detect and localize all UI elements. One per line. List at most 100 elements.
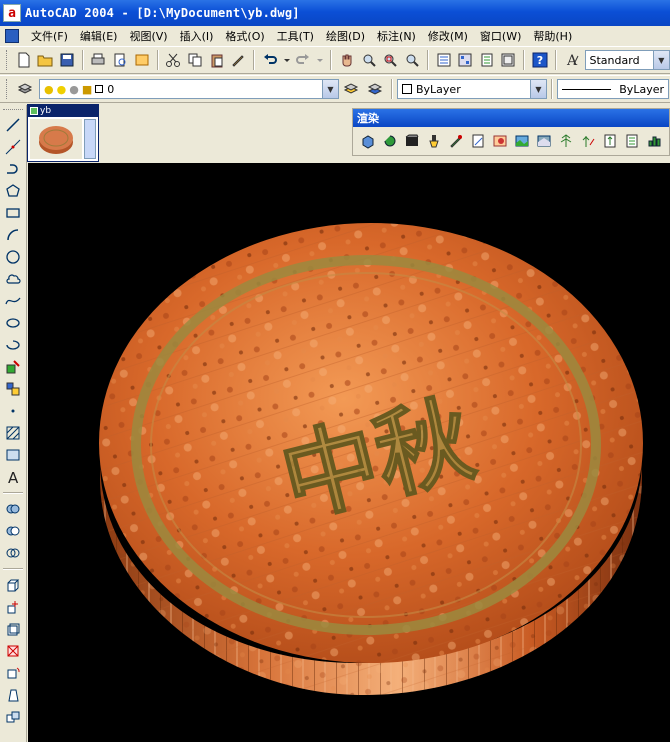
save-icon[interactable] xyxy=(58,50,76,70)
new-icon[interactable] xyxy=(15,50,33,70)
layer-select[interactable]: ● ● ● ■ 0 ▼ xyxy=(39,79,339,99)
scenes-icon[interactable] xyxy=(403,131,421,151)
multiline-text-icon[interactable]: A xyxy=(2,466,24,488)
text-style-select[interactable]: Standard ▼ xyxy=(584,50,670,70)
materials-icon[interactable] xyxy=(447,131,465,151)
dbconnect-icon[interactable] xyxy=(500,50,518,70)
chevron-down-icon[interactable]: ▼ xyxy=(322,80,338,98)
drawing-window-titlebar: yb xyxy=(28,105,98,117)
move-faces-icon[interactable] xyxy=(2,596,24,618)
union-icon[interactable] xyxy=(2,498,24,520)
drawing-viewport[interactable]: 中秋 xyxy=(28,163,670,742)
intersect-icon[interactable] xyxy=(2,542,24,564)
sun-icon[interactable]: ● xyxy=(57,83,67,96)
hatch-icon[interactable] xyxy=(2,422,24,444)
new-landscape-icon[interactable] xyxy=(557,131,575,151)
linetype-select[interactable]: ByLayer xyxy=(557,79,669,99)
pan-icon[interactable] xyxy=(338,50,356,70)
menu-dimension[interactable]: 标注(N) xyxy=(371,28,422,44)
autocad-app-icon[interactable]: a xyxy=(3,4,21,22)
print-icon[interactable] xyxy=(90,50,108,70)
zoom-previous-icon[interactable] xyxy=(403,50,421,70)
copy-faces-icon[interactable] xyxy=(2,706,24,728)
properties-icon[interactable] xyxy=(435,50,453,70)
render-preferences-icon[interactable] xyxy=(623,131,641,151)
arc-icon[interactable] xyxy=(2,224,24,246)
line-icon[interactable] xyxy=(2,114,24,136)
color-select[interactable]: ByLayer ▼ xyxy=(397,79,547,99)
spline-icon[interactable] xyxy=(2,290,24,312)
menu-edit[interactable]: 编辑(E) xyxy=(74,28,124,44)
menu-window[interactable]: 窗口(W) xyxy=(474,28,527,44)
open-icon[interactable] xyxy=(36,50,54,70)
undo-dropdown-icon[interactable] xyxy=(283,50,291,70)
statistics-icon[interactable] xyxy=(645,131,663,151)
insert-block-icon[interactable] xyxy=(2,356,24,378)
landscape-library-icon[interactable] xyxy=(601,131,619,151)
menu-draw[interactable]: 绘图(D) xyxy=(320,28,371,44)
rotate-faces-icon[interactable] xyxy=(2,662,24,684)
hide-icon[interactable] xyxy=(359,131,377,151)
redo-icon[interactable] xyxy=(295,50,313,70)
help-icon[interactable]: ? xyxy=(531,50,549,70)
undo-icon[interactable] xyxy=(261,50,279,70)
fog-icon[interactable] xyxy=(535,131,553,151)
lightbulb-icon[interactable]: ● xyxy=(44,83,54,96)
menu-modify[interactable]: 修改(M) xyxy=(422,28,474,44)
point-icon[interactable] xyxy=(2,400,24,422)
extrude-faces-icon[interactable] xyxy=(2,574,24,596)
drawing-window-tab[interactable]: yb xyxy=(27,104,99,162)
toolbar-grip[interactable] xyxy=(3,109,23,112)
paste-icon[interactable] xyxy=(208,50,226,70)
delete-faces-icon[interactable] xyxy=(2,640,24,662)
zoom-realtime-icon[interactable] xyxy=(360,50,378,70)
background-icon[interactable] xyxy=(513,131,531,151)
cut-icon[interactable] xyxy=(165,50,183,70)
construction-line-icon[interactable] xyxy=(2,136,24,158)
print-preview-icon[interactable] xyxy=(111,50,129,70)
copy-icon[interactable] xyxy=(186,50,204,70)
edit-landscape-icon[interactable] xyxy=(579,131,597,151)
menu-help[interactable]: 帮助(H) xyxy=(527,28,578,44)
make-block-icon[interactable] xyxy=(2,378,24,400)
layer-previous-icon[interactable] xyxy=(365,79,385,99)
menu-file[interactable]: 文件(F) xyxy=(25,28,74,44)
design-center-icon[interactable] xyxy=(456,50,474,70)
menu-tools[interactable]: 工具(T) xyxy=(271,28,320,44)
materials-library-icon[interactable] xyxy=(469,131,487,151)
subtract-icon[interactable] xyxy=(2,520,24,542)
chevron-down-icon[interactable]: ▼ xyxy=(530,80,546,98)
render-toolbar: 渲染 xyxy=(352,108,670,156)
revision-cloud-icon[interactable] xyxy=(2,268,24,290)
thumbnail-scrollbar[interactable] xyxy=(84,119,96,159)
zoom-window-icon[interactable] xyxy=(382,50,400,70)
freeze-viewport-icon[interactable]: ● xyxy=(69,83,79,96)
circle-icon[interactable] xyxy=(2,246,24,268)
text-style-icon[interactable]: A xyxy=(563,50,581,70)
ellipse-arc-icon[interactable] xyxy=(2,334,24,356)
offset-faces-icon[interactable] xyxy=(2,618,24,640)
tool-palettes-icon[interactable] xyxy=(478,50,496,70)
polyline-icon[interactable] xyxy=(2,158,24,180)
menu-format[interactable]: 格式(O) xyxy=(219,28,270,44)
polygon-icon[interactable] xyxy=(2,180,24,202)
menu-view[interactable]: 视图(V) xyxy=(123,28,173,44)
make-object-layer-current-icon[interactable] xyxy=(341,79,361,99)
document-menu-icon[interactable] xyxy=(5,29,19,43)
lock-icon[interactable]: ■ xyxy=(82,83,92,96)
lights-icon[interactable] xyxy=(425,131,443,151)
toolbar-grip[interactable] xyxy=(6,50,9,70)
ellipse-icon[interactable] xyxy=(2,312,24,334)
redo-dropdown-icon[interactable] xyxy=(316,50,324,70)
taper-faces-icon[interactable] xyxy=(2,684,24,706)
rectangle-icon[interactable] xyxy=(2,202,24,224)
render-icon[interactable] xyxy=(381,131,399,151)
mapping-icon[interactable] xyxy=(491,131,509,151)
layer-manager-icon[interactable] xyxy=(15,79,35,99)
region-icon[interactable] xyxy=(2,444,24,466)
publish-icon[interactable] xyxy=(133,50,151,70)
match-properties-icon[interactable] xyxy=(229,50,247,70)
chevron-down-icon[interactable]: ▼ xyxy=(652,51,669,69)
toolbar-grip[interactable] xyxy=(6,79,9,99)
menu-insert[interactable]: 插入(I) xyxy=(174,28,220,44)
